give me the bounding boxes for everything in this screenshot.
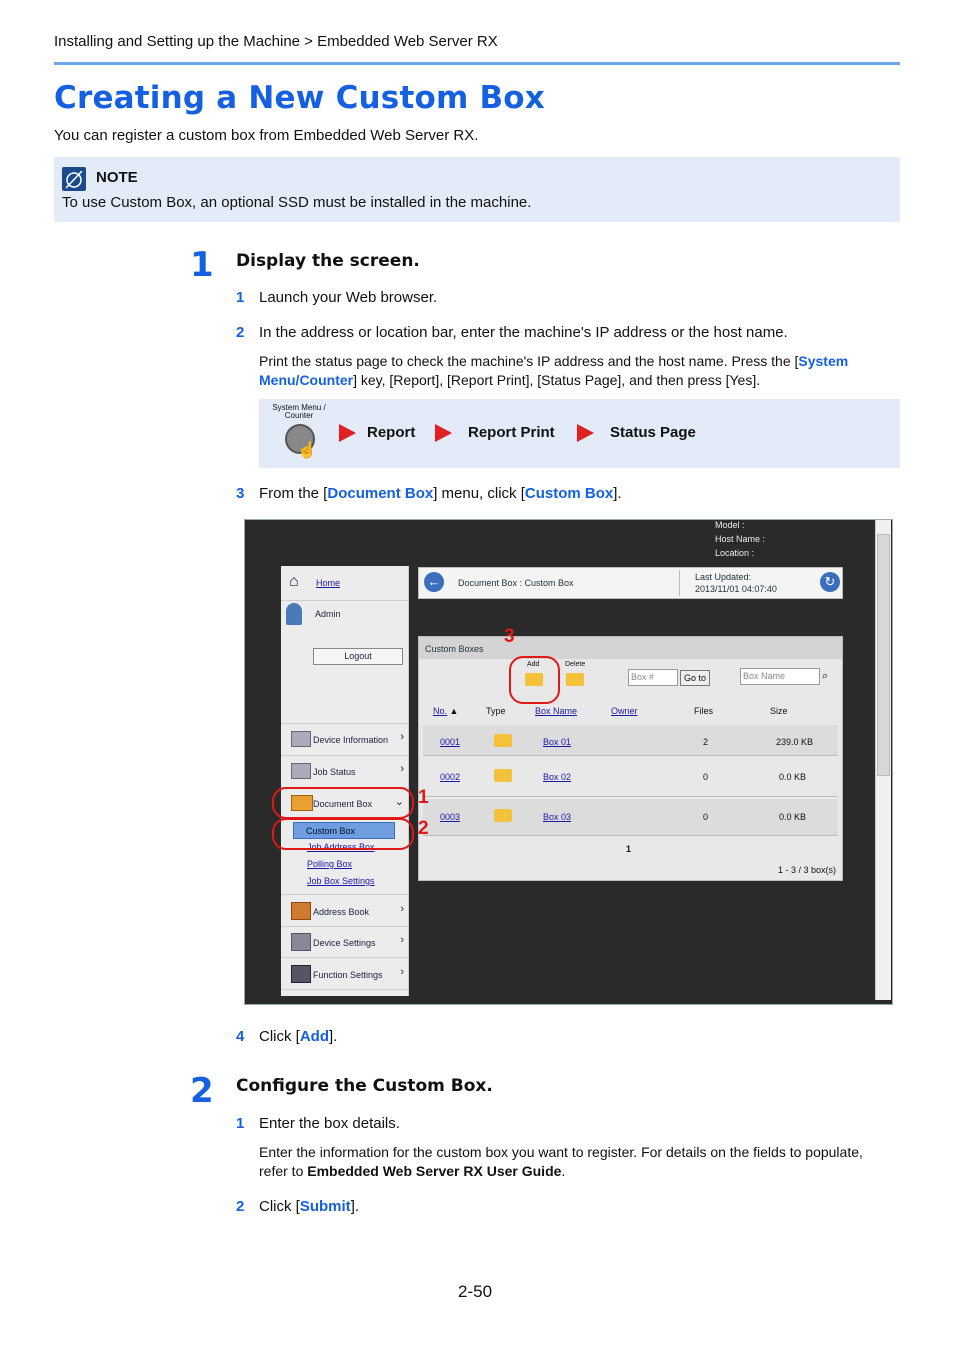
logout-button[interactable]: Logout (313, 648, 403, 665)
delete-folder-icon[interactable] (566, 673, 584, 686)
substep-text: Enter the box details. (259, 1115, 400, 1132)
box-number-input[interactable]: Box # (628, 669, 678, 686)
substep-number: 4 (236, 1028, 245, 1045)
panel-title: Custom Boxes (425, 644, 484, 654)
callout-ring-custom-box (272, 818, 414, 850)
header-rule (54, 62, 900, 65)
admin-label: Admin (315, 609, 341, 619)
arrow-icon (435, 424, 452, 442)
updated-value: 2013/11/01 04:07:40 (695, 584, 777, 594)
page-number: 2-50 (458, 1282, 493, 1301)
substep-text: From the [Document Box] menu, click [Cus… (259, 485, 622, 502)
nav-function-settings[interactable]: Function Settings › (281, 958, 408, 990)
substep-text: In the address or location bar, enter th… (259, 324, 788, 341)
callout-ring-document-box (272, 787, 414, 819)
home-link[interactable]: Home (316, 578, 340, 588)
nav-job-status[interactable]: Job Status › (281, 756, 408, 788)
intro-text: You can register a custom box from Embed… (54, 127, 479, 144)
substep-number: 3 (236, 485, 245, 502)
callout-number: 1 (418, 787, 429, 808)
table-row[interactable]: 0003 Box 03 0 0.0 KB (423, 799, 838, 836)
nav-home[interactable]: ⌂ Home (281, 566, 408, 601)
content-header: ← Document Box : Custom Box Last Updated… (418, 567, 843, 599)
job-status-icon (291, 763, 311, 779)
folder-icon (494, 769, 512, 782)
box-name-input[interactable]: Box Name (740, 668, 820, 685)
column-header-type: Type (486, 706, 506, 716)
note-icon (62, 167, 86, 191)
substep-number: 1 (236, 289, 245, 306)
detail-text: Print the status page to check the machi… (259, 353, 849, 388)
page-title: Creating a New Custom Box (54, 80, 545, 116)
note-text: To use Custom Box, an optional SSD must … (62, 194, 532, 211)
model-label: Model : (715, 520, 745, 530)
column-header-files: Files (694, 706, 714, 716)
arrow-icon (577, 424, 594, 442)
flow-step: Report Print (468, 424, 555, 441)
pagination-page[interactable]: 1 (626, 844, 631, 854)
note-box (54, 157, 900, 222)
substep-number: 2 (236, 1198, 245, 1215)
step-title: Configure the Custom Box. (236, 1076, 493, 1096)
updated-label: Last Updated: (695, 572, 752, 582)
column-header-box-name[interactable]: Box Name (535, 706, 577, 716)
scrollbar-thumb[interactable] (877, 534, 890, 776)
note-label: NOTE (96, 169, 138, 186)
device-settings-icon (291, 933, 311, 951)
callout-ring-add (509, 656, 560, 704)
breadcrumb: Installing and Setting up the Machine > … (54, 33, 498, 50)
substep-text: Launch your Web browser. (259, 289, 438, 306)
back-icon[interactable]: ← (424, 572, 444, 592)
nav-device-settings[interactable]: Device Settings › (281, 926, 408, 958)
nav-job-box-settings[interactable]: Job Box Settings (307, 876, 375, 886)
content-path: Document Box : Custom Box (458, 578, 574, 588)
chevron-right-icon: › (400, 763, 404, 775)
detail-text: Enter the information for the custom box… (259, 1144, 863, 1179)
chevron-right-icon: › (400, 966, 404, 978)
hand-pointer-icon: ☝ (297, 442, 317, 459)
function-settings-icon (291, 965, 311, 983)
user-icon (286, 603, 302, 625)
nav-admin: Admin Logout (281, 601, 408, 724)
nav-device-information[interactable]: Device Information › (281, 724, 408, 756)
chevron-right-icon: › (400, 731, 404, 743)
nav-polling-box[interactable]: Polling Box (307, 859, 352, 869)
column-header-owner[interactable]: Owner (611, 706, 638, 716)
host-label: Host Name : (715, 534, 766, 544)
arrow-icon (339, 424, 356, 442)
table-row[interactable]: 0002 Box 02 0 0.0 KB (423, 760, 838, 797)
step-number: 1 (190, 245, 214, 285)
substep-text: Click [Submit]. (259, 1198, 360, 1215)
step-title: Display the screen. (236, 251, 420, 271)
nav-sidebar: ⌂ Home Admin Logout Device Information ›… (281, 566, 409, 996)
table-row[interactable]: 0001 Box 01 2 239.0 KB (423, 725, 838, 756)
custom-boxes-panel: Custom Boxes Add Delete Box # Go to Box … (418, 636, 843, 881)
record-count: 1 - 3 / 3 box(s) (777, 865, 836, 875)
home-icon: ⌂ (289, 573, 299, 590)
location-label: Location : (715, 548, 755, 558)
step-number: 2 (190, 1071, 214, 1111)
substep-number: 1 (236, 1115, 245, 1132)
refresh-icon[interactable]: ↻ (820, 572, 840, 592)
folder-icon (494, 734, 512, 747)
flow-step: Status Page (610, 424, 696, 441)
go-to-button[interactable]: Go to (680, 670, 710, 686)
column-header-size: Size (770, 706, 788, 716)
folder-icon (494, 809, 512, 822)
chevron-right-icon: › (400, 903, 404, 915)
substep-text: Click [Add]. (259, 1028, 338, 1045)
flow-step: Report (367, 424, 416, 441)
nav-address-book[interactable]: Address Book › (281, 894, 408, 927)
search-icon[interactable]: ⌕ (822, 670, 828, 683)
system-menu-key-label: System Menu / Counter (272, 403, 326, 420)
substep-number: 2 (236, 324, 245, 341)
callout-number: 2 (418, 818, 429, 839)
device-info-icon (291, 731, 311, 747)
address-book-icon (291, 902, 311, 920)
delete-label: Delete (565, 661, 586, 668)
column-header-no[interactable]: No. ▲ (433, 706, 458, 716)
callout-number: 3 (504, 626, 515, 647)
chevron-right-icon: › (400, 934, 404, 946)
